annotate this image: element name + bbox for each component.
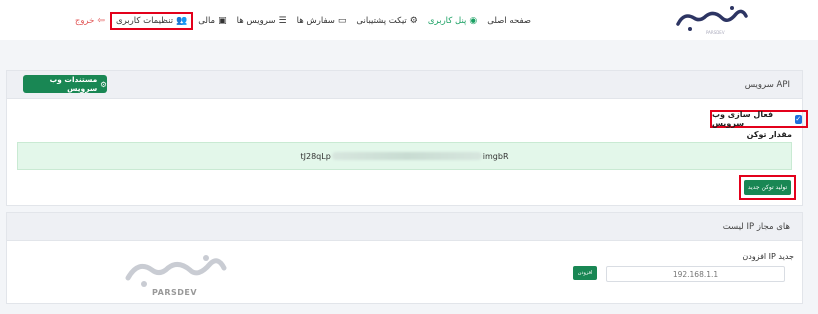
api-card-header: سرویس API ⚙ مستندات وب سرویس [7,71,802,99]
token-redacted [331,152,482,160]
ip-card-title: لیست IP های مجاز [722,222,790,232]
generate-token-highlight: تولید توکن جدید [739,175,796,200]
token-label: مقدار توکن [746,130,792,139]
nav-services-label: سرویس ها [236,16,276,26]
api-docs-button-label: مستندات وب سرویس [49,75,98,93]
ip-input[interactable] [606,266,785,282]
wallet-icon: ▣ [218,16,227,26]
orders-icon: ▭ [337,16,347,26]
users-settings-icon: 👥 [176,16,188,26]
token-end: imgbR [482,151,509,161]
nav-user-settings-label: تنظیمات کاربری [115,16,174,26]
nav-logout-label: خروج [74,16,95,26]
nav-home[interactable]: صفحه اصلی [482,16,536,26]
nav-user-panel-label: پنل کاربری [427,16,467,26]
token-field[interactable]: tJ28qLp imgbR [17,142,792,170]
user-circle-icon: ◉ [469,16,478,26]
nav-logout[interactable]: ⇦ خروج [70,16,110,26]
nav-services[interactable]: ☰ سرویس ها [232,16,292,26]
ip-card-header: لیست IP های مجاز [7,213,802,241]
main-nav: صفحه اصلی ◉ پنل کاربری ⚙ تیکت پشتیبانی ▭… [70,12,536,30]
support-icon: ⚙ [409,16,418,26]
nav-orders-label: سفارش ها [296,16,335,26]
nav-financial[interactable]: ▣ مالی [193,16,231,26]
gear-icon: ⚙ [100,79,107,89]
brand-logo[interactable]: PARSDEV [670,2,750,36]
token-start: tJ28qLp [300,151,331,161]
nav-user-settings[interactable]: 👥 تنظیمات کاربری [109,12,194,30]
api-card-title: سرویس API [744,80,790,90]
logo-subtext: PARSDEV [706,30,725,35]
logout-icon: ⇦ [97,16,105,26]
enable-webservice-checkbox[interactable]: ✓ [794,114,802,124]
nav-financial-label: مالی [198,16,216,26]
watermark-text: PARSDEV [152,288,198,297]
enable-webservice-toggle[interactable]: فعال سازی وب سرویس ✓ [710,110,808,128]
top-navbar: PARSDEV صفحه اصلی ◉ پنل کاربری ⚙ تیکت پش… [0,0,818,40]
nav-support-ticket-label: تیکت پشتیبانی [356,16,407,26]
nav-orders[interactable]: ▭ سفارش ها [292,16,352,26]
api-service-card: سرویس API ⚙ مستندات وب سرویس [6,70,803,206]
add-ip-button[interactable]: افزودن [573,266,597,280]
enable-webservice-label: فعال سازی وب سرویس [712,110,774,128]
api-docs-button[interactable]: ⚙ مستندات وب سرویس [23,75,107,93]
generate-token-button[interactable]: تولید توکن جدید [744,180,791,195]
add-ip-label: افزودن IP جدید [742,252,794,261]
nav-support-ticket[interactable]: ⚙ تیکت پشتیبانی [351,16,422,26]
services-icon: ☰ [278,16,287,26]
nav-home-label: صفحه اصلی [487,16,531,26]
nav-user-panel[interactable]: ◉ پنل کاربری [423,16,482,26]
